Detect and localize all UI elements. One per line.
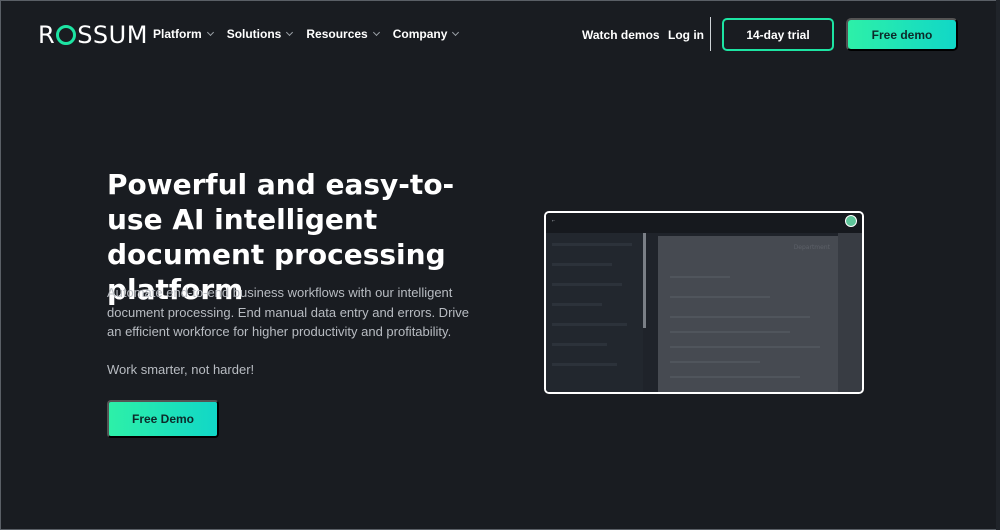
chevron-down-icon [206, 28, 214, 37]
logo-letter-r: R [38, 21, 56, 49]
app-screenshot-preview: ← Department [544, 211, 864, 394]
preview-sidebar-row [552, 343, 607, 346]
menu-platform-label: Platform [153, 27, 202, 41]
preview-doc-line [670, 296, 770, 298]
preview-toolbar: ← [546, 213, 862, 233]
preview-document: Department [658, 236, 838, 392]
login-link[interactable]: Log in [668, 28, 704, 42]
preview-sidebar-row [552, 363, 617, 366]
avatar [845, 215, 857, 227]
chevron-down-icon [452, 28, 460, 37]
chevron-down-icon [286, 28, 294, 37]
preview-sidebar-row [552, 303, 602, 306]
preview-doc-line [670, 361, 760, 363]
preview-doc-line [670, 316, 810, 318]
menu-company[interactable]: Company [392, 27, 460, 41]
preview-doc-line [670, 376, 800, 378]
preview-doc-line [670, 331, 790, 333]
preview-doc-line [670, 346, 820, 348]
page-scrollbar[interactable] [996, 0, 1000, 530]
top-navigation: R SSUM Platform Solutions Resources Compa… [0, 0, 1000, 70]
preview-sidebar-row [552, 283, 622, 286]
logo-letters-ssum: SSUM [77, 21, 148, 49]
menu-company-label: Company [392, 27, 448, 41]
trial-button[interactable]: 14-day trial [722, 18, 834, 51]
menu-resources-label: Resources [306, 27, 368, 41]
menu-resources[interactable]: Resources [306, 27, 380, 41]
preview-sidebar-row [552, 243, 632, 246]
preview-sidebar-row [552, 263, 612, 266]
preview-scrollbar [643, 233, 646, 328]
free-demo-button[interactable]: Free demo [846, 18, 958, 51]
preview-back-icon: ← [552, 218, 556, 223]
chevron-down-icon [372, 28, 380, 37]
main-menu: Platform Solutions Resources Company [153, 27, 460, 41]
hero-free-demo-button[interactable]: Free Demo [107, 400, 219, 438]
preview-doc-line [670, 276, 730, 278]
logo-ring-icon [56, 25, 77, 45]
preview-doc-title: Department [793, 244, 830, 251]
preview-right-panel [838, 233, 862, 392]
menu-platform[interactable]: Platform [153, 27, 214, 41]
hero-tagline: Work smarter, not harder! [107, 362, 255, 377]
nav-divider [710, 17, 711, 51]
menu-solutions[interactable]: Solutions [226, 27, 294, 41]
rossum-logo[interactable]: R SSUM [38, 21, 148, 49]
menu-solutions-label: Solutions [226, 27, 282, 41]
watch-demos-link[interactable]: Watch demos [582, 28, 660, 42]
hero-subtitle: Automate end-to-end business workflows w… [107, 285, 470, 339]
preview-sidebar-row [552, 323, 627, 326]
preview-sidebar [546, 233, 643, 392]
